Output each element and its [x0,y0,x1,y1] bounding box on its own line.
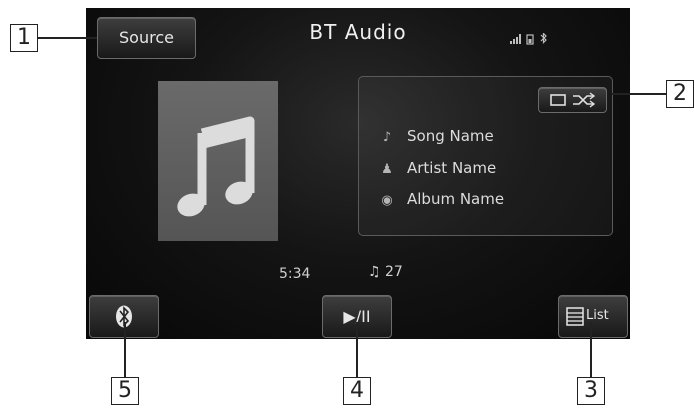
callout-3-leader [590,322,592,377]
album-art [158,81,278,241]
callout-3: 3 [577,377,605,405]
callout-4: 4 [343,377,371,405]
album-name: Album Name [407,190,505,208]
callout-5: 5 [111,377,139,405]
repeat-shuffle-button[interactable] [538,87,607,113]
callout-5-leader [124,322,126,377]
elapsed-time: 5:34 [279,266,311,282]
track-number: ♫ 27 [368,264,403,280]
track-music-icon: ♫ [368,264,381,280]
list-button[interactable]: List [558,295,628,338]
shuffle-icon [550,92,596,108]
callout-1: 1 [10,24,38,52]
track-info-panel: ♪ Song Name ♟ Artist Name ◉ Album Name [358,76,613,236]
song-name: Song Name [407,127,494,145]
status-icons [510,32,554,45]
album-row: ◉ Album Name [379,190,504,208]
artist-icon: ♟ [381,162,393,177]
music-note-icon [177,116,255,217]
source-button[interactable]: Source [97,17,196,59]
list-label: List [586,308,609,323]
callout-1-leader [37,37,97,39]
audio-screen: Source BT Audio ♪ Song Name ♟ Artist Nam… [86,8,630,339]
screen-title: BT Audio [309,20,407,44]
artist-name: Artist Name [407,159,497,177]
signal-icon [510,32,547,45]
callout-2: 2 [666,80,694,108]
artist-row: ♟ Artist Name [379,159,496,177]
callout-2-leader [612,93,666,95]
note-icon: ♪ [382,130,392,145]
track-number-value: 27 [385,264,403,280]
disc-icon: ◉ [381,193,393,208]
song-row: ♪ Song Name [379,127,494,145]
callout-4-leader [356,322,358,377]
